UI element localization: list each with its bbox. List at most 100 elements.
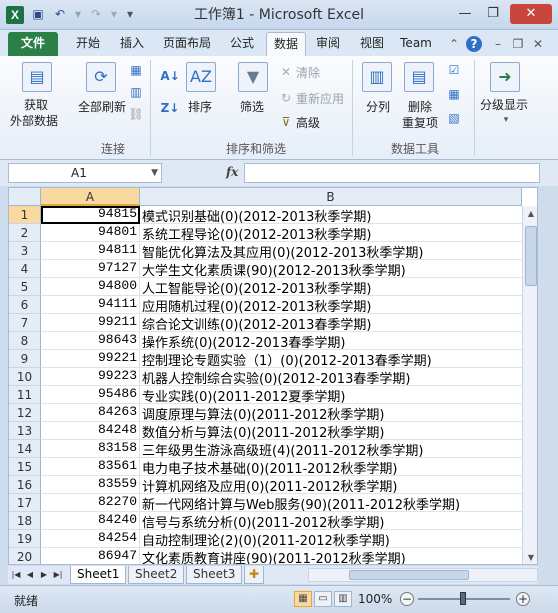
tab-insert[interactable]: 插入 [112, 32, 152, 56]
cell-b[interactable]: 调度原理与算法(0)(2011-2012秋季学期) [140, 404, 522, 422]
cell-b[interactable]: 三年级男生游泳高级班(4)(2011-2012秋季学期) [140, 440, 522, 458]
sort-za-icon[interactable]: Z↓ [160, 100, 180, 116]
vertical-scroll-thumb[interactable] [525, 226, 537, 286]
page-layout-view-icon[interactable]: ▭ [314, 591, 332, 607]
row-header[interactable]: 16 [9, 476, 41, 494]
tab-data[interactable]: 数据 [266, 32, 306, 56]
cell-a[interactable]: 83559 [41, 476, 140, 494]
cell-a[interactable]: 84248 [41, 422, 140, 440]
help-icon[interactable]: ? [466, 36, 482, 52]
cell-b[interactable]: 文化素质教育讲座(90)(2011-2012秋季学期) [140, 548, 522, 564]
column-header-a[interactable]: A [41, 188, 140, 206]
row-header[interactable]: 2 [9, 224, 41, 242]
cell-a[interactable]: 82270 [41, 494, 140, 512]
sort-dialog-icon[interactable]: AZ [186, 62, 216, 92]
cell-b[interactable]: 模式识别基础(0)(2012-2013秋季学期) [140, 206, 522, 224]
page-break-view-icon[interactable]: ▥ [334, 591, 352, 607]
cell-a[interactable]: 84240 [41, 512, 140, 530]
data-validation-icon[interactable]: ☑ [446, 62, 462, 78]
row-header[interactable]: 6 [9, 296, 41, 314]
normal-view-icon[interactable]: ▦ [294, 591, 312, 607]
properties-icon[interactable]: ▥ [128, 84, 144, 100]
scroll-down-icon[interactable]: ▼ [523, 550, 537, 564]
tab-team[interactable]: Team [394, 32, 438, 56]
row-header[interactable]: 4 [9, 260, 41, 278]
zoom-slider-thumb[interactable] [460, 592, 466, 605]
sheet-tab-sheet2[interactable]: Sheet2 [128, 566, 185, 584]
cell-b[interactable]: 系统工程导论(0)(2012-2013秋季学期) [140, 224, 522, 242]
tab-review[interactable]: 审阅 [308, 32, 348, 56]
row-header[interactable]: 17 [9, 494, 41, 512]
doc-close-icon[interactable]: ✕ [530, 36, 546, 52]
last-sheet-icon[interactable]: ▶| [52, 568, 64, 582]
sort-button[interactable]: 排序 [188, 98, 212, 115]
select-all-corner[interactable] [9, 188, 41, 206]
row-header[interactable]: 19 [9, 530, 41, 548]
text-to-columns-button[interactable]: 分列 [366, 98, 390, 115]
formula-input[interactable] [244, 163, 540, 183]
close-button[interactable]: ✕ [510, 4, 552, 24]
row-header[interactable]: 12 [9, 404, 41, 422]
cell-a[interactable]: 94811 [41, 242, 140, 260]
cell-a[interactable]: 97127 [41, 260, 140, 278]
advanced-filter-icon[interactable]: ⊽ [278, 114, 294, 130]
row-header[interactable]: 18 [9, 512, 41, 530]
cell-a[interactable]: 94801 [41, 224, 140, 242]
cell-a[interactable]: 94815 [41, 206, 140, 224]
cell-a[interactable]: 98643 [41, 332, 140, 350]
cell-a[interactable]: 99221 [41, 350, 140, 368]
cell-b[interactable]: 应用随机过程(0)(2012-2013秋季学期) [140, 296, 522, 314]
get-external-data-label-2[interactable]: 外部数据 [10, 112, 58, 129]
cell-b[interactable]: 人工智能导论(0)(2012-2013秋季学期) [140, 278, 522, 296]
tab-formulas[interactable]: 公式 [222, 32, 262, 56]
remove-duplicates-label-2[interactable]: 重复项 [402, 114, 438, 131]
horizontal-scrollbar[interactable] [308, 568, 538, 582]
what-if-icon[interactable]: ▧ [446, 110, 462, 126]
insert-sheet-icon[interactable]: ✚ [244, 566, 265, 584]
row-header[interactable]: 20 [9, 548, 41, 564]
doc-minimize-icon[interactable]: – [490, 36, 506, 52]
cell-a[interactable]: 95486 [41, 386, 140, 404]
tab-file[interactable]: 文件 [8, 32, 58, 56]
cell-b[interactable]: 计算机网络及应用(0)(2011-2012秋季学期) [140, 476, 522, 494]
zoom-in-button[interactable]: + [516, 592, 530, 606]
consolidate-icon[interactable]: ▦ [446, 86, 462, 102]
cell-b[interactable]: 自动控制理论(2)(0)(2011-2012秋季学期) [140, 530, 522, 548]
scroll-up-icon[interactable]: ▲ [523, 206, 537, 222]
text-to-columns-icon[interactable]: ▥ [362, 62, 392, 92]
horizontal-scroll-thumb[interactable] [349, 570, 469, 580]
cell-b[interactable]: 控制理论专题实验（1）(0)(2012-2013春季学期) [140, 350, 522, 368]
row-header[interactable]: 13 [9, 422, 41, 440]
zoom-out-button[interactable]: − [400, 592, 414, 606]
cell-b[interactable]: 综合论文训练(0)(2012-2013春季学期) [140, 314, 522, 332]
doc-restore-icon[interactable]: ❐ [510, 36, 526, 52]
cell-a[interactable]: 83561 [41, 458, 140, 476]
insert-function-icon[interactable]: fx [226, 165, 238, 179]
row-header[interactable]: 14 [9, 440, 41, 458]
row-header[interactable]: 8 [9, 332, 41, 350]
zoom-level[interactable]: 100% [358, 592, 392, 606]
row-header[interactable]: 9 [9, 350, 41, 368]
filter-button[interactable]: 筛选 [240, 98, 264, 115]
cell-a[interactable]: 94111 [41, 296, 140, 314]
cell-a[interactable]: 99223 [41, 368, 140, 386]
minimize-ribbon-icon[interactable]: ⌃ [446, 36, 462, 52]
cell-a[interactable]: 94800 [41, 278, 140, 296]
outline-icon[interactable]: ➜ [490, 62, 520, 92]
cell-b[interactable]: 智能优化算法及其应用(0)(2012-2013秋季学期) [140, 242, 522, 260]
row-header[interactable]: 7 [9, 314, 41, 332]
row-header[interactable]: 15 [9, 458, 41, 476]
cell-b[interactable]: 机器人控制综合实验(0)(2012-2013春季学期) [140, 368, 522, 386]
remove-duplicates-icon[interactable]: ▤ [404, 62, 434, 92]
cell-b[interactable]: 数值分析与算法(0)(2011-2012秋季学期) [140, 422, 522, 440]
cell-b[interactable]: 专业实践(0)(2011-2012夏季学期) [140, 386, 522, 404]
restore-button[interactable]: ❐ [480, 4, 506, 24]
column-header-b[interactable]: B [140, 188, 522, 206]
filter-icon[interactable]: ▼ [238, 62, 268, 92]
get-external-data-label-1[interactable]: 获取 [24, 96, 48, 113]
outline-button[interactable]: 分级显示 [480, 96, 528, 113]
connections-icon[interactable]: ▦ [128, 62, 144, 78]
name-box[interactable]: A1 ▼ [8, 163, 162, 183]
next-sheet-icon[interactable]: ▶ [38, 568, 50, 582]
tab-home[interactable]: 开始 [66, 32, 110, 56]
